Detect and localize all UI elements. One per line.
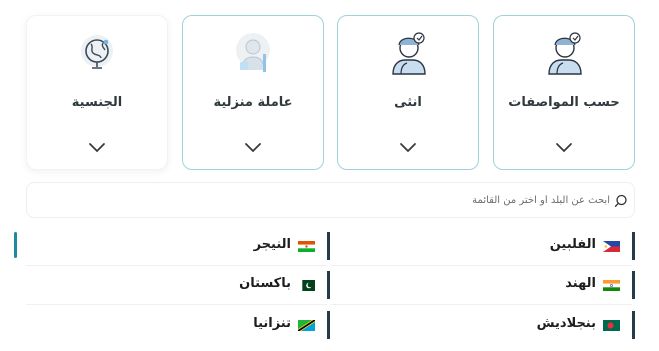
country-name: باكستان bbox=[239, 276, 291, 291]
country-name: الفلبين bbox=[549, 237, 596, 252]
housemaid-icon bbox=[236, 33, 270, 72]
country-item-niger[interactable]: النيجر bbox=[26, 232, 330, 266]
chevron-down-icon[interactable] bbox=[244, 141, 262, 153]
tanzania-flag-icon bbox=[298, 320, 315, 331]
filter-card-specs[interactable]: حسب المواصفات bbox=[493, 15, 635, 170]
filter-card-housemaid[interactable]: عاملة منزلية bbox=[182, 15, 324, 170]
country-item-india[interactable]: الهند bbox=[331, 271, 635, 305]
filter-card-female[interactable]: انثى bbox=[337, 15, 479, 170]
divider bbox=[26, 304, 327, 305]
country-name: الهند bbox=[565, 276, 596, 291]
filter-card-label: حسب المواصفات bbox=[508, 95, 620, 110]
country-search bbox=[26, 182, 635, 218]
chevron-down-icon[interactable] bbox=[88, 141, 106, 153]
divider bbox=[26, 265, 327, 266]
filter-card-label: الجنسية bbox=[71, 95, 123, 110]
divider bbox=[331, 304, 632, 305]
country-name: النيجر bbox=[253, 237, 291, 252]
chevron-down-icon[interactable] bbox=[399, 141, 417, 153]
profile-specs-icon bbox=[548, 32, 582, 75]
philippines-flag-icon bbox=[603, 241, 620, 252]
country-item-pakistan[interactable]: باكستان bbox=[26, 271, 330, 305]
divider bbox=[331, 265, 632, 266]
india-flag-icon bbox=[603, 280, 620, 291]
country-item-philippines[interactable]: الفلبين bbox=[331, 232, 635, 266]
globe-icon bbox=[81, 35, 113, 69]
country-name: تنزانيا bbox=[253, 316, 291, 331]
country-item-bangladesh[interactable]: بنجلاديش bbox=[331, 311, 635, 339]
country-item-tanzania[interactable]: تنزانيا bbox=[26, 311, 330, 339]
search-icon bbox=[614, 194, 627, 207]
filter-card-label: انثى bbox=[394, 95, 422, 110]
search-input[interactable] bbox=[35, 191, 610, 209]
female-profile-icon bbox=[392, 32, 426, 75]
country-name: بنجلاديش bbox=[536, 316, 596, 331]
scroll-indicator bbox=[14, 232, 17, 258]
filter-cards: حسب المواصفات انثى عاملة منزلية الجنسية bbox=[26, 13, 638, 173]
bangladesh-flag-icon bbox=[603, 320, 620, 331]
chevron-down-icon[interactable] bbox=[555, 141, 573, 153]
filter-card-label: عاملة منزلية bbox=[213, 95, 293, 110]
filter-card-nationality[interactable]: الجنسية bbox=[26, 15, 168, 170]
niger-flag-icon bbox=[298, 241, 315, 252]
pakistan-flag-icon bbox=[298, 280, 315, 291]
